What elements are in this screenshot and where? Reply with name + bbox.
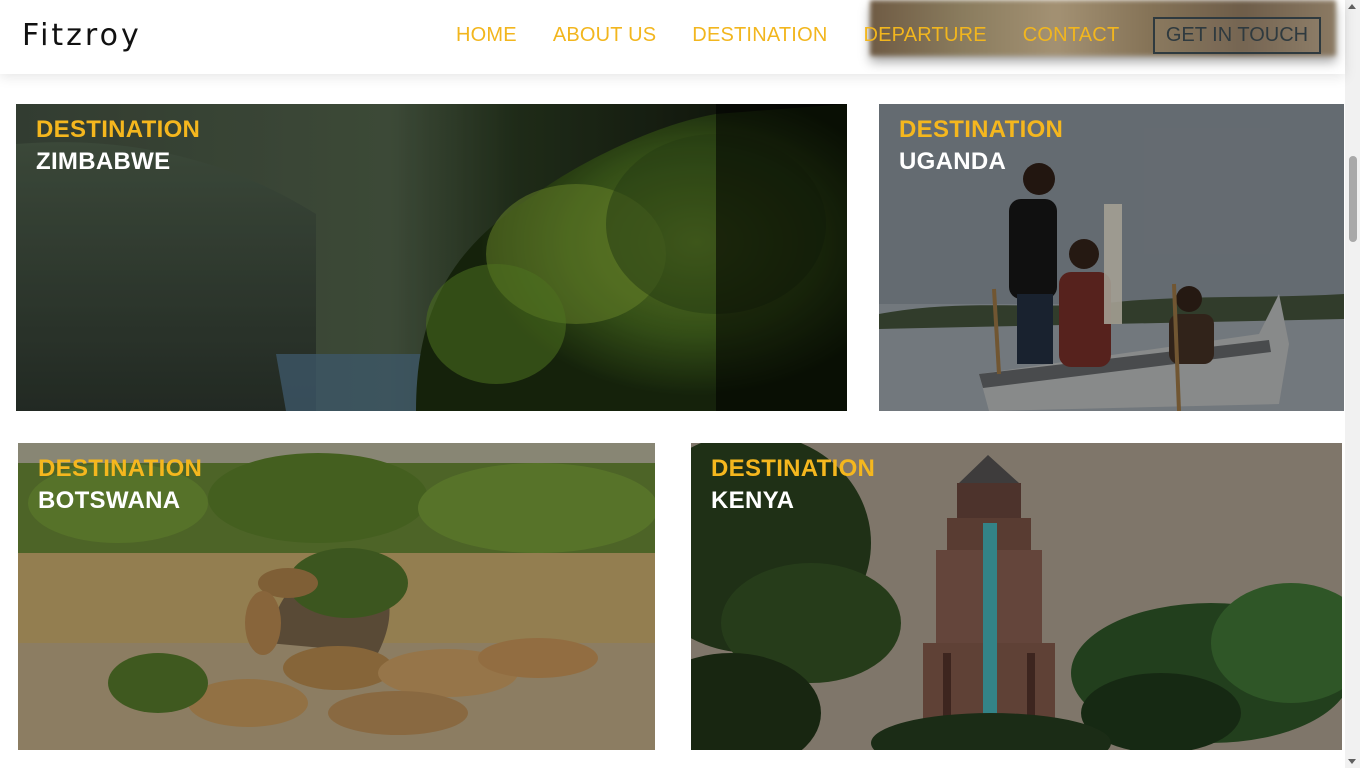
main-nav: HOME ABOUT US DESTINATION DEPARTURE CONT… (456, 24, 1155, 47)
destination-card-uganda[interactable]: DESTINATION UGANDA (879, 104, 1344, 411)
card-title: BOTSWANA (38, 487, 181, 514)
vertical-scrollbar[interactable] (1345, 0, 1360, 768)
card-kicker: DESTINATION (36, 116, 201, 143)
brand-logo[interactable]: Fitzroy (22, 18, 142, 53)
card-title: ZIMBABWE (36, 148, 171, 175)
card-title: KENYA (711, 487, 795, 514)
get-in-touch-button[interactable]: GET IN TOUCH (1153, 17, 1321, 54)
nav-about-us[interactable]: ABOUT US (553, 24, 656, 47)
card-kicker: DESTINATION (899, 116, 1064, 143)
scroll-down-arrow-icon[interactable] (1348, 759, 1356, 764)
destination-card-botswana[interactable]: DESTINATION BOTSWANA (18, 443, 655, 750)
card-kicker: DESTINATION (711, 455, 876, 482)
card-title: UGANDA (899, 148, 1007, 175)
destination-card-zimbabwe[interactable]: DESTINATION ZIMBABWE (16, 104, 847, 411)
site-header: Fitzroy HOME ABOUT US DESTINATION DEPART… (0, 0, 1345, 74)
nav-contact[interactable]: CONTACT (1023, 24, 1120, 47)
scroll-up-arrow-icon[interactable] (1348, 4, 1356, 9)
nav-destination[interactable]: DESTINATION (692, 24, 827, 47)
destination-card-kenya[interactable]: DESTINATION KENYA (691, 443, 1342, 750)
nav-departure[interactable]: DEPARTURE (863, 24, 986, 47)
scrollbar-thumb[interactable] (1349, 156, 1357, 242)
nav-home[interactable]: HOME (456, 24, 517, 47)
card-kicker: DESTINATION (38, 455, 203, 482)
